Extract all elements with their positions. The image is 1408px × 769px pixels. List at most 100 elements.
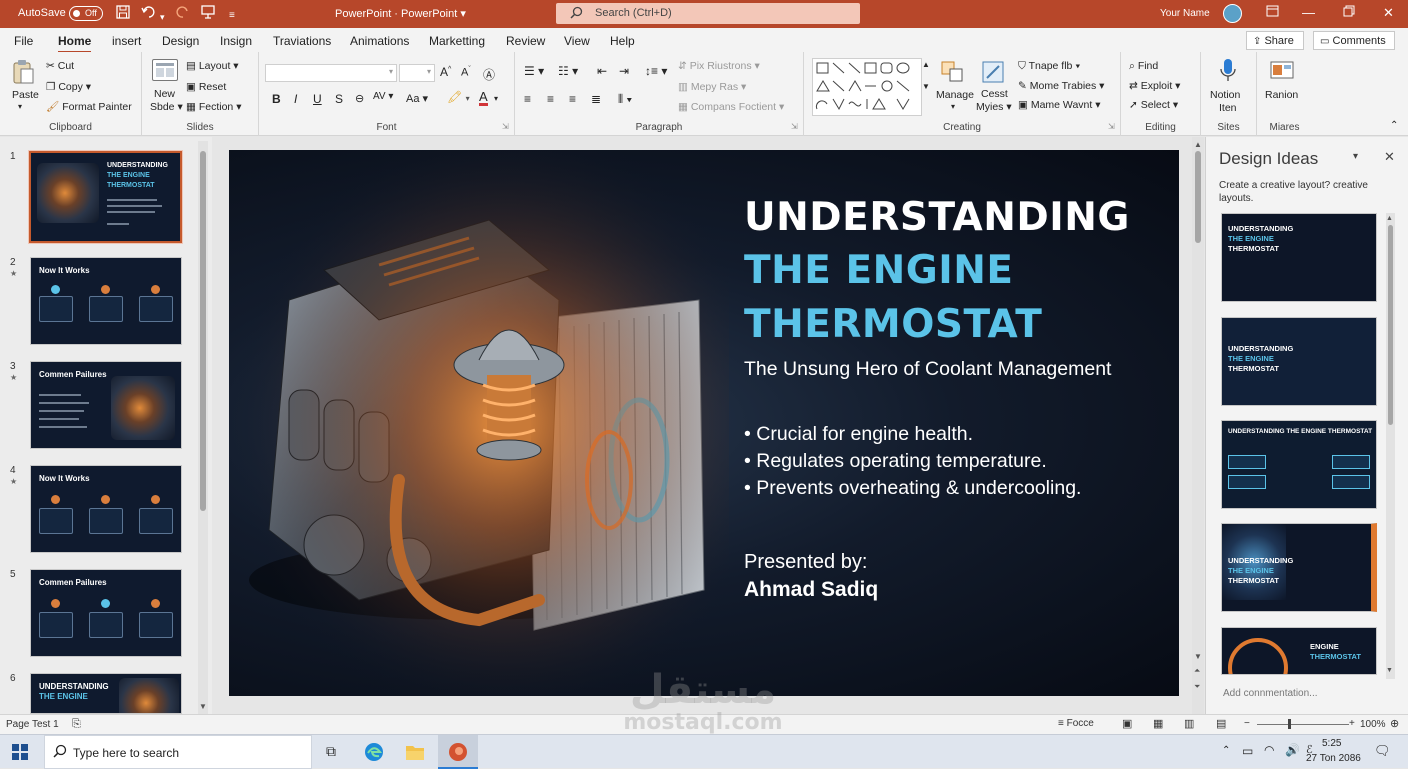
text-shadow-icon[interactable]: ⊖ xyxy=(355,92,364,105)
shapes-scroll-down-icon[interactable]: ▼ xyxy=(922,82,930,91)
notifications-icon[interactable]: 🗨 xyxy=(1374,743,1391,759)
task-view-icon[interactable]: ⧉ xyxy=(326,743,336,760)
battery-icon[interactable]: ▭ xyxy=(1242,744,1253,758)
italic-icon[interactable]: I xyxy=(294,92,297,106)
main-slide[interactable]: UNDERSTANDING THE ENGINE THERMOSTAT The … xyxy=(229,150,1179,696)
thumbnail-scrollbar[interactable] xyxy=(198,141,208,714)
strikethrough-icon[interactable]: S xyxy=(335,92,343,106)
slide-thumbnail-5[interactable]: Commen Pailures xyxy=(30,569,182,657)
font-size-combo[interactable]: ▾ xyxy=(399,64,435,82)
tab-transitions[interactable]: Insign xyxy=(220,34,252,48)
save-icon[interactable] xyxy=(116,5,130,22)
font-color-icon[interactable]: A xyxy=(479,90,488,106)
edge-icon[interactable] xyxy=(364,742,384,765)
align-text-button[interactable]: ▥ Mepy Ras ▾ xyxy=(678,81,746,93)
slideshow-icon[interactable]: ▤ xyxy=(1216,717,1226,730)
underline-icon[interactable]: U xyxy=(313,92,322,106)
tab-insert[interactable]: insert xyxy=(112,34,141,48)
ribbon-display-icon[interactable] xyxy=(1266,5,1279,20)
design-idea-1[interactable]: UNDERSTANDING THE ENGINE THERMOSTAT xyxy=(1221,213,1377,302)
scroll-down-icon[interactable]: ▼ xyxy=(1386,667,1393,674)
char-spacing-icon[interactable]: AV ▾ xyxy=(373,91,393,102)
slide-thumbnail-2[interactable]: Now It Works xyxy=(30,257,182,345)
tab-help[interactable]: Help xyxy=(610,34,635,48)
reset-button[interactable]: ▣ Reset xyxy=(186,81,226,93)
format-painter-button[interactable]: 🖌 Format Painter xyxy=(46,100,132,113)
slide-thumbnail-4[interactable]: Now It Works xyxy=(30,465,182,553)
justify-icon[interactable]: ≣ xyxy=(591,92,601,106)
add-comment-link[interactable]: Add connmentation... xyxy=(1223,688,1318,699)
zoom-out-icon[interactable]: − xyxy=(1244,718,1250,729)
font-family-combo[interactable]: ▾ xyxy=(265,64,397,82)
slide-thumbnail-6[interactable]: UNDERSTANDING THE ENGINE xyxy=(30,673,182,714)
replace-button[interactable]: ⇄ Exploit ▾ xyxy=(1129,80,1180,92)
arrange-dropdown-icon[interactable]: ▾ xyxy=(951,102,955,111)
avatar[interactable] xyxy=(1223,4,1242,23)
numbering-icon[interactable]: ☷ ▾ xyxy=(558,64,578,78)
fit-to-window-icon[interactable]: ⊕ xyxy=(1390,717,1399,730)
spelling-icon[interactable]: ⎘ xyxy=(72,718,81,731)
bold-icon[interactable]: B xyxy=(272,92,281,106)
designer-button[interactable]: Ranion xyxy=(1265,89,1298,101)
design-idea-5[interactable]: ENGINE THERMOSTAT xyxy=(1221,627,1377,675)
zoom-in-icon[interactable]: + xyxy=(1349,718,1355,729)
comments-button[interactable]: ▭ Comments xyxy=(1313,31,1395,50)
notes-button[interactable]: ≡ Focce xyxy=(1058,718,1094,729)
tab-review[interactable]: Review xyxy=(506,34,545,48)
zoom-slider-thumb[interactable] xyxy=(1288,719,1291,729)
slide-scrollbar[interactable] xyxy=(1192,137,1204,714)
minimize-icon[interactable]: — xyxy=(1302,5,1315,20)
new-slide-label-2[interactable]: Sbde ▾ xyxy=(150,101,183,113)
close-pane-icon[interactable]: ✕ xyxy=(1384,149,1395,165)
align-left-icon[interactable]: ≡ xyxy=(524,92,531,106)
quick-styles-label-2[interactable]: Myies ▾ xyxy=(976,101,1012,113)
paste-button[interactable]: Paste xyxy=(12,89,39,101)
show-hidden-icons[interactable]: ⌃ xyxy=(1222,745,1230,756)
section-button[interactable]: ▦ Fection ▾ xyxy=(186,101,241,113)
highlight-icon[interactable]: 🖍 ▾ xyxy=(447,90,470,104)
clock-date[interactable]: 27 Ton 2086 xyxy=(1306,753,1361,764)
slide-sorter-icon[interactable]: ▦ xyxy=(1153,717,1163,730)
text-direction-button[interactable]: ⇵ Pix Riustrons ▾ xyxy=(678,60,760,72)
file-explorer-icon[interactable] xyxy=(405,743,425,764)
grow-font-icon[interactable]: A^ xyxy=(440,65,451,79)
arrange-button[interactable]: Manage xyxy=(936,89,974,101)
share-button[interactable]: ⇪ Share xyxy=(1246,31,1304,50)
quick-styles-icon[interactable] xyxy=(981,60,1007,84)
redo-icon[interactable] xyxy=(175,5,191,22)
search-box[interactable]: Search (Ctrl+D) xyxy=(556,3,860,24)
microphone-icon[interactable] xyxy=(1219,58,1237,84)
bullets-icon[interactable]: ☰ ▾ xyxy=(524,64,544,78)
arrange-icon[interactable] xyxy=(940,60,966,84)
reading-view-icon[interactable]: ▥ xyxy=(1184,717,1194,730)
customize-qat-icon[interactable]: ≡ xyxy=(229,8,235,24)
shrink-font-icon[interactable]: Aˇ xyxy=(461,66,471,79)
slide-thumbnail-3[interactable]: Commen Pailures xyxy=(30,361,182,449)
columns-icon[interactable]: ⫴ ▾ xyxy=(618,92,632,107)
tab-view[interactable]: View xyxy=(564,34,590,48)
convert-smartart-button[interactable]: ▦ Compans Foctient ▾ xyxy=(678,101,784,113)
find-button[interactable]: ⌕ Find xyxy=(1129,60,1158,73)
align-right-icon[interactable]: ≡ xyxy=(569,92,576,106)
paste-dropdown-icon[interactable]: ▾ xyxy=(18,102,22,111)
previous-slide-icon[interactable]: ⏶ xyxy=(1194,666,1200,676)
close-icon[interactable]: ✕ xyxy=(1383,5,1394,21)
new-slide-label-1[interactable]: New xyxy=(154,88,175,100)
dictate-label-1[interactable]: Notion xyxy=(1210,89,1240,101)
undo-dropdown-icon[interactable]: ▾ xyxy=(160,9,165,25)
shape-effects-button[interactable]: ▣ Mame Wavnt ▾ xyxy=(1018,99,1101,111)
taskbar-search[interactable]: Type here to search xyxy=(44,735,312,769)
undo-icon[interactable] xyxy=(141,5,157,22)
design-idea-4[interactable]: UNDERSTANDING THE ENGINE THERMOSTAT xyxy=(1221,523,1377,612)
copy-button[interactable]: ❐ Copy ▾ xyxy=(46,81,91,93)
normal-view-icon[interactable]: ▣ xyxy=(1122,717,1132,730)
wifi-icon[interactable]: ◠ xyxy=(1264,743,1274,757)
increase-indent-icon[interactable]: ⇥ xyxy=(619,64,629,78)
tab-animations[interactable]: Animations xyxy=(350,34,409,48)
decrease-indent-icon[interactable]: ⇤ xyxy=(597,64,607,78)
quick-styles-label-1[interactable]: Cesst xyxy=(981,88,1008,100)
volume-icon[interactable]: 🔊 xyxy=(1285,743,1300,757)
design-idea-2[interactable]: UNDERSTANDING THE ENGINE THERMOSTAT xyxy=(1221,317,1377,406)
designer-icon[interactable] xyxy=(1269,58,1295,82)
cut-button[interactable]: ✂ Cut xyxy=(46,60,74,72)
